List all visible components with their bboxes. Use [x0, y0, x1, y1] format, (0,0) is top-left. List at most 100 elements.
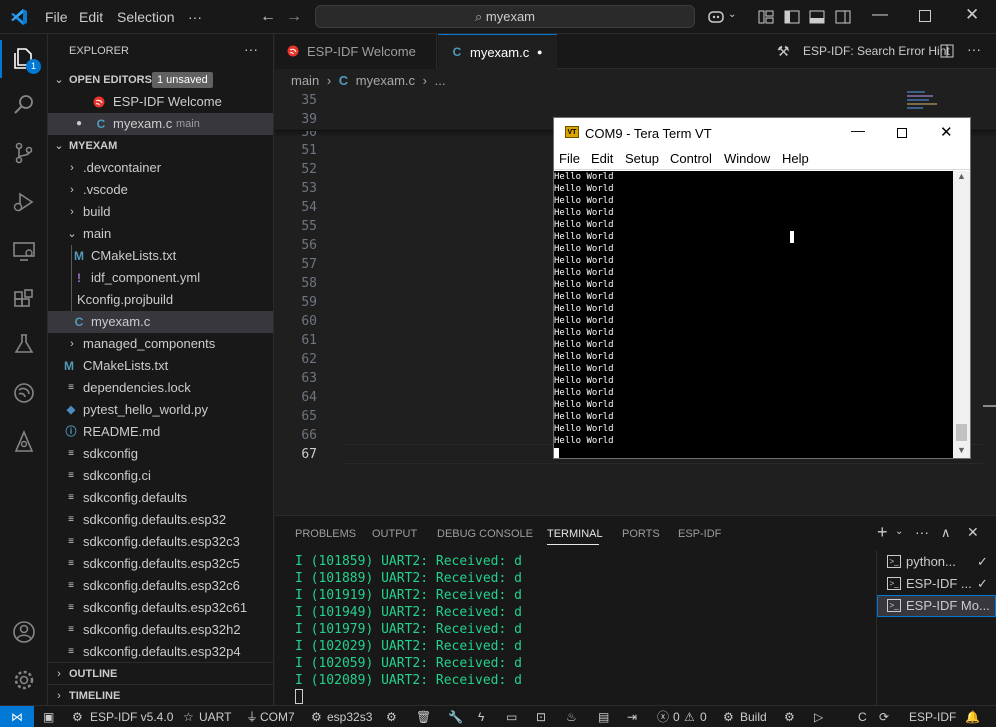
tree-item-sdkconfig-esp32[interactable]: ≡ sdkconfig.defaults.esp32 [48, 509, 273, 531]
open-editor-item[interactable]: ESP-IDF Welcome [48, 91, 273, 113]
close-window-button[interactable]: ✕ [965, 5, 979, 25]
source-control-icon[interactable] [12, 141, 36, 165]
project-header[interactable]: ⌄ MYEXAM [48, 135, 273, 157]
panel-tab-problems[interactable]: PROBLEMS [295, 528, 356, 540]
breadcrumb-more[interactable]: ... [435, 73, 446, 88]
run-play-icon[interactable]: ▷ [814, 706, 823, 727]
testing-icon[interactable] [12, 332, 36, 356]
tree-item-sdkconfig-esp32c5[interactable]: ≡ sdkconfig.defaults.esp32c5 [48, 553, 273, 575]
tree-item-sdkconfig[interactable]: ≡ sdkconfig [48, 443, 273, 465]
run-debug-icon[interactable] [12, 190, 36, 214]
esp-idf-icon[interactable] [12, 381, 36, 405]
forward-arrow-icon[interactable]: → [286, 0, 302, 34]
tree-item-dependencies-lock[interactable]: ≡ dependencies.lock [48, 377, 273, 399]
open-editor-item[interactable]: ● C myexam.c main [48, 113, 273, 135]
teraterm-scrollbar[interactable]: ▲ ▼ [953, 171, 970, 458]
search-error-hint-button[interactable]: ESP-IDF: Search Error Hint [803, 44, 950, 58]
teraterm-menu-control[interactable]: Control [670, 151, 712, 166]
search-icon[interactable] [12, 92, 36, 116]
unsaved-dot-icon[interactable]: ● [537, 35, 542, 70]
tree-item-sdkconfig-ci[interactable]: ≡ sdkconfig.ci [48, 465, 273, 487]
panel-tab-output[interactable]: OUTPUT [372, 528, 417, 540]
teraterm-titlebar[interactable]: VT COM9 - Tera Term VT — ✕ [554, 118, 970, 148]
unsaved-dot-icon[interactable]: ● [76, 113, 82, 135]
command-center-search[interactable]: ⌕ myexam [315, 5, 695, 28]
extensions-icon[interactable] [12, 288, 36, 312]
minimize-window-button[interactable]: — [872, 6, 888, 24]
scroll-thumb[interactable] [956, 424, 967, 441]
teraterm-screen[interactable]: Hello World Hello World Hello World Hell… [554, 171, 953, 458]
tree-item-kconfig[interactable]: Kconfig.projbuild [48, 289, 273, 311]
teraterm-minimize-button[interactable]: — [851, 122, 865, 138]
editor-more-button[interactable]: ··· [967, 41, 981, 57]
terminal-list-item[interactable]: >_ python... ✓ [877, 551, 996, 573]
menu-selection[interactable]: Selection [117, 0, 175, 34]
error-icon[interactable]: ⓧ [657, 706, 669, 727]
custom-task-icon[interactable]: ⇥ [627, 706, 637, 727]
teraterm-close-button[interactable]: ✕ [940, 123, 953, 141]
remote-indicator-icon[interactable]: ⋈ [0, 706, 34, 727]
tree-item-sdkconfig-esp32c3[interactable]: ≡ sdkconfig.defaults.esp32c3 [48, 531, 273, 553]
menu-file[interactable]: File [45, 0, 68, 34]
tree-item-cmakelists[interactable]: M CMakeLists.txt [48, 355, 273, 377]
new-terminal-plus-icon[interactable]: + [877, 522, 888, 543]
copilot-chevron-down-icon[interactable]: ⌄ [728, 9, 736, 20]
vscode-logo-icon[interactable] [10, 8, 28, 26]
tree-item-pytest[interactable]: ◆ pytest_hello_world.py [48, 399, 273, 421]
teraterm-menu-file[interactable]: File [559, 151, 580, 166]
teraterm-menu-help[interactable]: Help [782, 151, 809, 166]
tree-item-sdkconfig-esp32c61[interactable]: ≡ sdkconfig.defaults.esp32c61 [48, 597, 273, 619]
teraterm-menu-edit[interactable]: Edit [591, 151, 613, 166]
menu-edit[interactable]: Edit [79, 0, 103, 34]
panel-tab-ports[interactable]: PORTS [622, 528, 660, 540]
esp-idf-explorer-icon[interactable]: ▣ [43, 706, 54, 727]
teraterm-window[interactable]: VT COM9 - Tera Term VT — ✕ File Edit Set… [553, 117, 971, 459]
panel-tab-esp-idf[interactable]: ESP-IDF [678, 528, 721, 540]
remote-explorer-icon[interactable] [12, 239, 36, 263]
breadcrumb-folder[interactable]: main [291, 73, 319, 88]
warning-icon[interactable]: ⚠ [684, 706, 695, 727]
tree-item-cmakelists-main[interactable]: M CMakeLists.txt [48, 245, 273, 267]
panel-tab-debug-console[interactable]: DEBUG CONSOLE [437, 528, 533, 540]
open-editors-header[interactable]: ⌄ OPEN EDITORS 1 unsaved [48, 69, 273, 91]
terminal-list-item-active[interactable]: >_ ESP-IDF Mo... [877, 595, 996, 617]
tree-item-sdkconfig-esp32h2[interactable]: ≡ sdkconfig.defaults.esp32h2 [48, 619, 273, 641]
full-clean-trash-icon[interactable]: 🗑 [416, 706, 431, 727]
minimap[interactable] [907, 91, 939, 115]
maximize-panel-icon[interactable]: ∧ [941, 525, 951, 541]
panel-tab-terminal[interactable]: TERMINAL [547, 528, 603, 540]
error-count[interactable]: 0 [673, 706, 680, 727]
teraterm-menu-window[interactable]: Window [724, 151, 770, 166]
language-mode[interactable]: C [858, 706, 867, 727]
panel-more-button[interactable]: ··· [915, 524, 929, 540]
build-wrench-icon[interactable]: 🔧 [448, 706, 463, 727]
esp-idf-status[interactable]: ESP-IDF [909, 706, 956, 727]
warning-count[interactable]: 0 [700, 706, 707, 727]
tree-item-managed-components[interactable]: › managed_components [48, 333, 273, 355]
settings-gear-icon[interactable] [12, 668, 36, 692]
teraterm-menu-setup[interactable]: Setup [625, 151, 659, 166]
maximize-window-button[interactable] [919, 10, 931, 22]
serial-port[interactable]: COM7 [260, 706, 295, 727]
sdkconfig-gear-icon[interactable]: ⚙ [386, 706, 397, 727]
tab-myexam[interactable]: C myexam.c ● [438, 34, 557, 70]
flash-lightning-icon[interactable]: ϟ [478, 706, 484, 727]
tab-esp-idf-welcome[interactable]: ESP-IDF Welcome [275, 34, 437, 69]
timeline-header[interactable]: › TIMELINE [48, 684, 273, 705]
tree-item-vscode[interactable]: › .vscode [48, 179, 273, 201]
flash-method[interactable]: UART [199, 706, 231, 727]
toggle-panel-icon[interactable] [808, 8, 826, 26]
close-panel-icon[interactable]: ✕ [967, 524, 979, 541]
tree-item-build[interactable]: › build [48, 201, 273, 223]
toggle-primary-sidebar-icon[interactable] [783, 8, 801, 26]
tree-item-sdkconfig-defaults[interactable]: ≡ sdkconfig.defaults [48, 487, 273, 509]
scroll-up-icon[interactable]: ▲ [957, 171, 966, 181]
terminal-list-item[interactable]: >_ ESP-IDF ... ✓ [877, 573, 996, 595]
tree-item-idf-component[interactable]: ! idf_component.yml [48, 267, 273, 289]
outline-header[interactable]: › OUTLINE [48, 662, 273, 684]
copilot-icon[interactable] [707, 8, 725, 26]
tree-item-myexam[interactable]: C myexam.c [48, 311, 273, 333]
tree-item-sdkconfig-esp32p4[interactable]: ≡ sdkconfig.defaults.esp32p4 [48, 641, 273, 663]
platformio-icon[interactable] [12, 430, 36, 454]
build-button[interactable]: Build [740, 706, 767, 727]
